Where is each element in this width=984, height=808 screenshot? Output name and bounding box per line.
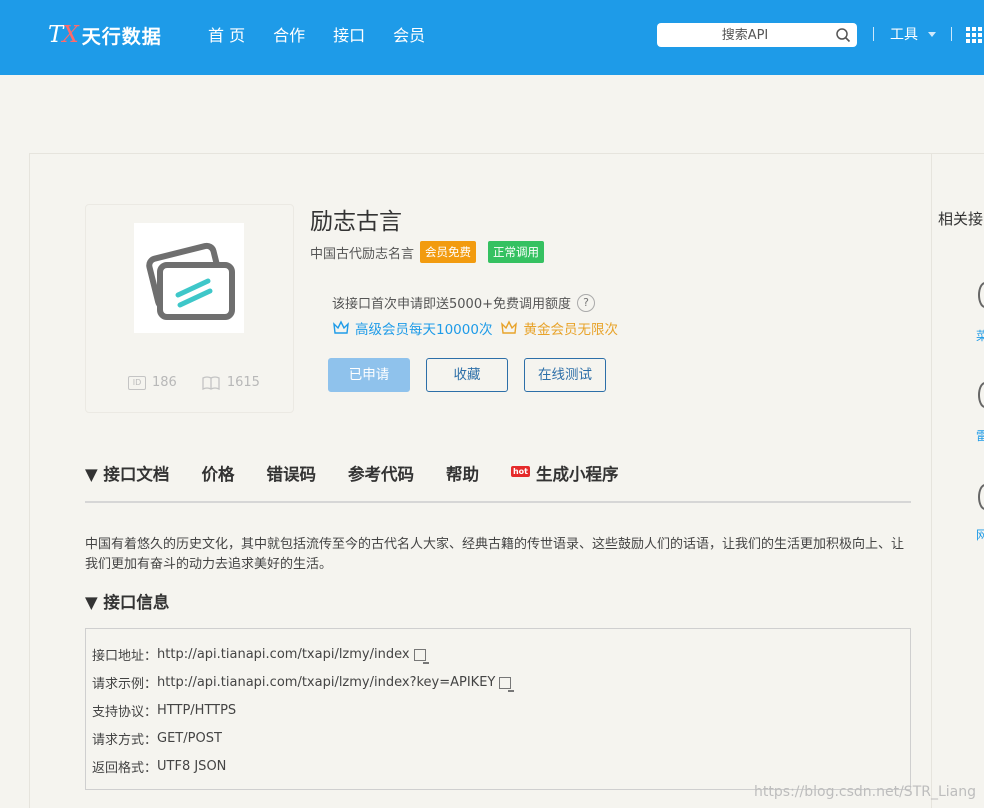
- api-info-box: 接口地址： http://api.tianapi.com/txapi/lzmy/…: [85, 628, 911, 790]
- online-test-button[interactable]: 在线测试: [524, 358, 606, 392]
- related-api-icon: [978, 484, 984, 510]
- crown-blue-icon: [333, 320, 349, 334]
- id-icon: ID: [128, 375, 146, 390]
- nav-item-home[interactable]: 首 页: [208, 22, 245, 46]
- api-description: 中国有着悠久的历史文化，其中就包括流传至今的古代名人大家、经典古籍的传世语录、这…: [85, 537, 905, 572]
- search-box: [657, 23, 857, 47]
- search-icon[interactable]: [835, 27, 851, 43]
- api-id-value: 186: [152, 375, 177, 390]
- api-subtitle-row: 中国古代励志名言 会员免费 正常调用: [310, 241, 545, 263]
- applied-button[interactable]: 已申请: [328, 358, 410, 392]
- tab-mini-program[interactable]: hot 生成小程序: [510, 461, 619, 501]
- member-free-badge: 会员免费: [420, 241, 477, 263]
- related-api-icon: [978, 382, 984, 408]
- watermark: https://blog.csdn.net/STR_Liang: [754, 784, 976, 800]
- info-value: http://api.tianapi.com/txapi/lzmy/index: [157, 647, 410, 662]
- related-api-icon: [978, 282, 984, 308]
- logo-mark: TX: [48, 22, 79, 48]
- nav-item-member[interactable]: 会员: [393, 22, 425, 46]
- vip-info: 高级会员每天10000次 黄金会员无限次: [332, 318, 618, 338]
- api-card-icon: [134, 223, 244, 333]
- related-api-link[interactable]: 雷: [976, 427, 984, 444]
- top-navbar: TX 天行数据 首 页 合作 接口 会员 工具: [0, 0, 984, 75]
- tab-help[interactable]: 帮助: [446, 461, 479, 501]
- info-label: 返回格式：: [92, 761, 158, 776]
- api-subtitle: 中国古代励志名言: [310, 246, 415, 262]
- api-stats: ID 186 1615: [128, 375, 260, 390]
- tools-label: 工具: [890, 27, 918, 43]
- nav-item-api[interactable]: 接口: [333, 22, 365, 46]
- logo-text: 天行数据: [81, 25, 162, 48]
- copy-icon[interactable]: [499, 676, 515, 692]
- related-apis-panel: 相关接 菜 雷 网: [932, 153, 984, 808]
- tools-menu[interactable]: 工具: [890, 24, 936, 44]
- status-badge: 正常调用: [488, 241, 545, 263]
- help-icon[interactable]: ?: [576, 293, 595, 312]
- site-logo[interactable]: TX 天行数据: [48, 20, 162, 50]
- caret-down-icon: [928, 31, 936, 37]
- api-views-value: 1615: [226, 375, 260, 390]
- related-api-link[interactable]: 菜: [976, 327, 984, 344]
- info-label: 支持协议：: [92, 705, 158, 720]
- related-apis-title: 相关接: [938, 210, 984, 228]
- vip-senior-link[interactable]: 高级会员每天10000次: [355, 318, 492, 338]
- info-row-protocol: 支持协议： HTTP/HTTPS: [92, 701, 236, 720]
- info-label: 请求方式：: [92, 733, 158, 748]
- info-label: 请求示例：: [92, 677, 158, 692]
- search-input[interactable]: [657, 23, 833, 47]
- tab-mini-program-label: 生成小程序: [535, 465, 619, 484]
- quota-text: 该接口首次申请即送5000+免费调用额度: [332, 297, 571, 312]
- tab-sample-code[interactable]: 参考代码: [348, 461, 414, 501]
- copy-icon[interactable]: [413, 648, 429, 664]
- api-logo-box: ID 186 1615: [85, 204, 294, 413]
- info-value: UTF8 JSON: [157, 759, 227, 774]
- nav-item-cooperation[interactable]: 合作: [273, 22, 305, 46]
- related-api-link[interactable]: 网: [976, 526, 984, 543]
- header-divider: [951, 27, 952, 41]
- info-value: GET/POST: [157, 731, 222, 746]
- info-row-example: 请求示例： http://api.tianapi.com/txapi/lzmy/…: [92, 673, 515, 692]
- info-label: 接口地址：: [92, 649, 158, 664]
- info-value: http://api.tianapi.com/txapi/lzmy/index?…: [157, 675, 496, 690]
- favorite-button[interactable]: 收藏: [426, 358, 508, 392]
- tab-error-codes[interactable]: 错误码: [266, 461, 316, 501]
- main-nav: 首 页 合作 接口 会员: [208, 22, 453, 46]
- tab-price[interactable]: 价格: [201, 461, 234, 501]
- apps-grid-icon[interactable]: [966, 27, 984, 43]
- doc-tabs: ▼ 接口文档 价格 错误码 参考代码 帮助 hot 生成小程序: [85, 461, 911, 503]
- info-row-format: 返回格式： UTF8 JSON: [92, 757, 226, 776]
- info-value: HTTP/HTTPS: [157, 703, 237, 718]
- api-info-section-title[interactable]: ▼ 接口信息: [85, 589, 169, 613]
- tab-api-docs[interactable]: ▼ 接口文档: [85, 461, 169, 501]
- quota-info: 该接口首次申请即送5000+免费调用额度 ?: [332, 293, 595, 312]
- info-row-method: 请求方式： GET/POST: [92, 729, 222, 748]
- hot-icon: hot: [510, 466, 530, 477]
- crown-gold-icon: [501, 320, 518, 334]
- header-divider: [873, 27, 874, 41]
- info-row-endpoint: 接口地址： http://api.tianapi.com/txapi/lzmy/…: [92, 645, 429, 664]
- api-title: 励志古言: [310, 209, 402, 235]
- book-icon: [202, 375, 220, 390]
- vip-gold-link[interactable]: 黄金会员无限次: [523, 318, 618, 338]
